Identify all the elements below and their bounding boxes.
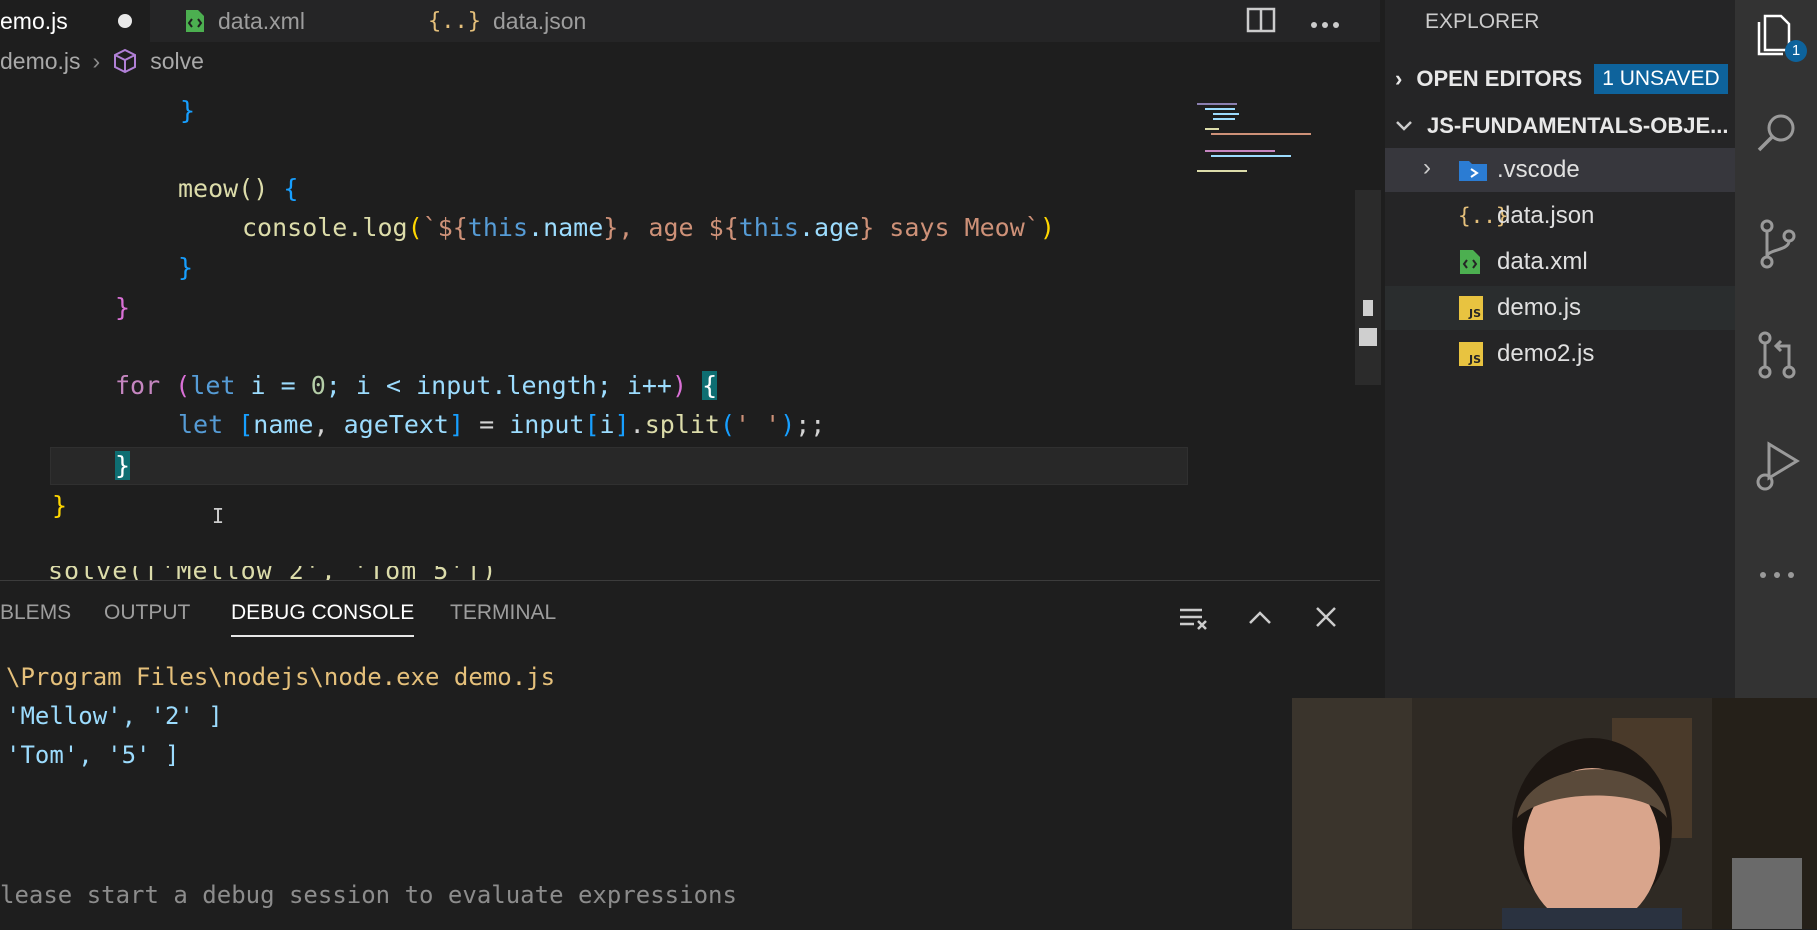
code-line: } [178,253,194,282]
chevron-down-icon [1395,120,1413,132]
code-line: let [name, ageText] = input[i].split(' '… [178,410,826,439]
chevron-right-icon: › [1423,154,1431,181]
tab-label: data.xml [218,7,305,34]
editor-tab-bar: emo.js data.xml {..} data.json [0,0,1380,42]
tab-label: data.json [492,7,587,34]
code-editor[interactable]: } meow() { console.log(`${this.name}, ag… [0,92,1190,580]
breadcrumb: demo.js › solve [0,42,1380,80]
minimap[interactable] [1195,100,1345,180]
console-output-line: 'Tom', '5' ] [6,741,180,769]
tree-item-data-xml[interactable]: data.xml [1385,240,1735,284]
current-line-highlight [50,447,1188,485]
explorer-title: EXPLORER [1425,10,1540,33]
close-panel-icon[interactable] [1315,606,1337,633]
js-file-icon: JS [1458,295,1484,328]
project-section[interactable]: JS-FUNDAMENTALS-OBJE... [1385,106,1735,146]
tree-item-vscode[interactable]: › .vscode [1385,148,1735,192]
chevron-right-icon: › [92,47,101,74]
js-file-icon: JS [1458,341,1484,374]
chevron-right-icon: › [1395,66,1403,91]
source-control-icon[interactable] [1755,218,1799,275]
tab-demo-js[interactable]: emo.js [0,0,150,42]
vertical-scrollbar[interactable] [1355,190,1381,385]
xml-file-icon [184,9,206,33]
breadcrumb-symbol[interactable]: solve [150,48,204,75]
tab-label: emo.js [0,7,68,34]
console-input-placeholder[interactable]: lease start a debug session to evaluate … [0,881,737,909]
code-line: } [115,451,131,480]
more-views-icon[interactable] [1755,566,1799,584]
svg-text:JS: JS [1468,307,1481,320]
scrollbar-thumb[interactable] [1359,328,1377,346]
partially-hidden-code-line: solve(['Mellow 2', 'Tom 5']) [48,566,1168,580]
json-file-icon: {..} [428,8,481,34]
tab-debug-console[interactable]: DEBUG CONSOLE [231,601,415,637]
code-line: } [115,293,131,322]
code-line: console.log(`${this.name}, age ${this.ag… [242,213,1055,242]
code-line: } [52,491,68,520]
more-actions-icon[interactable] [1310,16,1340,34]
tab-problems[interactable]: BLEMS [0,601,71,635]
vscode-folder-icon [1458,157,1488,190]
explorer-badge: 1 [1785,40,1807,62]
console-output-line: 'Mellow', '2' ] [6,702,223,730]
search-icon[interactable] [1755,112,1799,161]
xml-file-icon [1458,249,1482,282]
code-line: for (let i = 0; i < input.length; i++) { [115,371,718,400]
code-line: } [180,96,196,125]
open-editors-section[interactable]: › OPEN EDITORS 1 UNSAVED [1385,59,1735,99]
bottom-panel: BLEMS OUTPUT DEBUG CONSOLE TERMINAL \Pro… [0,580,1380,930]
split-editor-icon[interactable] [1246,6,1276,39]
svg-text:JS: JS [1468,353,1481,366]
scrollbar-marker [1363,300,1373,316]
code-line: meow() { [178,174,299,203]
console-command-line: \Program Files\nodejs\node.exe demo.js [6,663,556,691]
tab-terminal[interactable]: TERMINAL [450,601,556,635]
text-cursor-icon: I [212,504,225,528]
tree-item-demo2-js[interactable]: JS demo2.js [1385,332,1735,376]
maximize-panel-icon[interactable] [1248,609,1272,630]
cube-icon [112,48,138,74]
tab-data-xml[interactable]: data.xml [150,0,400,42]
clear-console-icon[interactable] [1178,607,1210,636]
tab-data-json[interactable]: {..} data.json [400,0,650,42]
tree-item-data-json[interactable]: {..} data.json [1385,194,1735,238]
tree-item-demo-js[interactable]: JS demo.js [1385,286,1735,330]
breadcrumb-file[interactable]: demo.js [0,48,81,75]
run-debug-icon[interactable] [1755,440,1805,497]
webcam-overlay [1292,698,1817,929]
pull-request-icon[interactable] [1755,330,1799,387]
unsaved-dot-icon[interactable] [118,14,132,28]
tab-output[interactable]: OUTPUT [104,601,190,635]
unsaved-badge: 1 UNSAVED [1594,64,1728,94]
